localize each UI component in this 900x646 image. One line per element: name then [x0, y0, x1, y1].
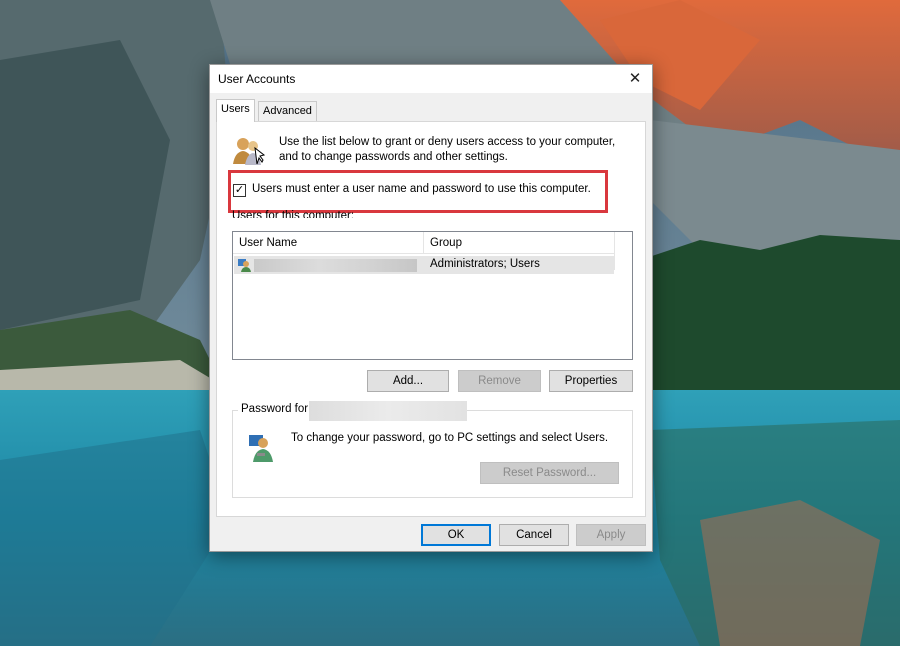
tab-advanced[interactable]: Advanced	[258, 101, 317, 121]
apply-button[interactable]: Apply	[576, 524, 646, 546]
password-group-title: Password for	[238, 403, 312, 415]
table-row[interactable]: Administrators; Users	[234, 256, 614, 274]
dialog-title: User Accounts	[218, 72, 296, 86]
properties-button[interactable]: Properties	[549, 370, 633, 392]
cancel-button[interactable]: Cancel	[499, 524, 569, 546]
column-header-group[interactable]: Group	[424, 232, 615, 254]
column-header-user-name[interactable]: User Name	[233, 232, 424, 254]
reset-password-button[interactable]: Reset Password...	[480, 462, 619, 484]
ok-button[interactable]: OK	[421, 524, 491, 546]
user-accounts-dialog: User Accounts ✕ Users Advanced Use the l…	[209, 64, 653, 552]
redacted-account-name	[309, 401, 467, 421]
user-group-cell: Administrators; Users	[430, 258, 540, 270]
user-key-icon	[249, 435, 273, 462]
column-divider	[614, 232, 615, 270]
add-button[interactable]: Add...	[367, 370, 449, 392]
users-tab-panel: Use the list below to grant or deny user…	[216, 121, 646, 517]
users-list-label: Users for this computer:	[232, 210, 355, 218]
require-login-checkbox[interactable]: ✓	[233, 184, 246, 197]
password-info-text: To change your password, go to PC settin…	[291, 432, 609, 444]
user-icon	[238, 259, 251, 272]
users-listview[interactable]: User Name Group Administrators; Users	[232, 231, 633, 360]
users-key-icon	[233, 138, 265, 165]
tab-users[interactable]: Users	[216, 99, 255, 122]
close-icon[interactable]: ✕	[624, 69, 646, 89]
redacted-user-name	[254, 259, 417, 272]
list-header: User Name Group	[233, 232, 615, 254]
intro-text: Use the list below to grant or deny user…	[279, 136, 616, 163]
password-groupbox: Password for To change your password, go…	[232, 401, 633, 498]
require-login-label[interactable]: Users must enter a user name and passwor…	[252, 183, 591, 195]
title-bar: User Accounts ✕	[210, 65, 652, 93]
remove-button[interactable]: Remove	[458, 370, 541, 392]
